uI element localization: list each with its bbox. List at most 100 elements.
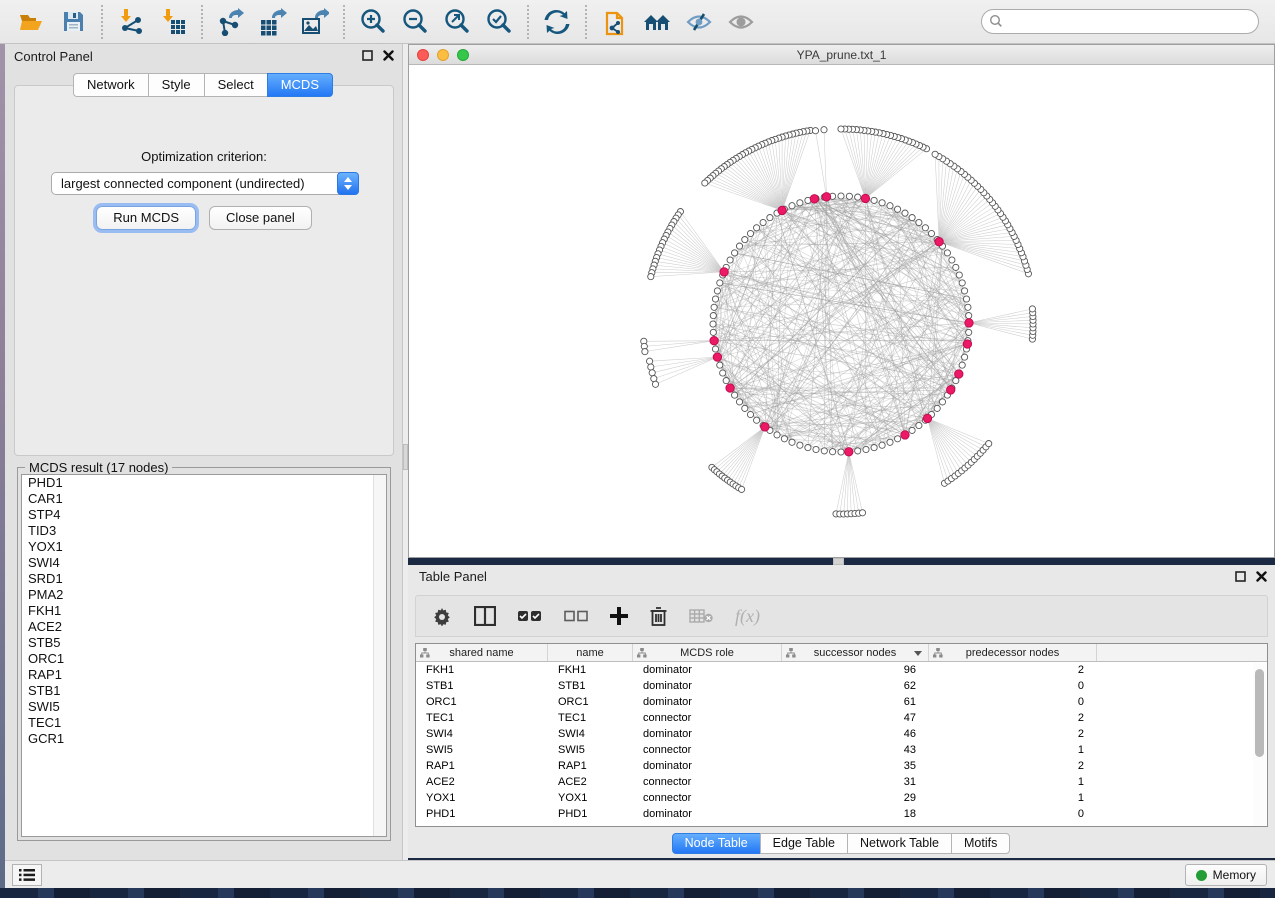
mcds-hub-node[interactable] bbox=[923, 414, 931, 422]
network-node[interactable] bbox=[710, 313, 716, 319]
network-node[interactable] bbox=[879, 442, 885, 448]
table-row[interactable]: STB1STB1dominator620 bbox=[416, 678, 1267, 694]
leaf-node[interactable] bbox=[932, 151, 938, 157]
import-network-button[interactable] bbox=[110, 4, 152, 40]
network-node[interactable] bbox=[962, 354, 968, 360]
network-node[interactable] bbox=[767, 215, 773, 221]
leaf-node[interactable] bbox=[838, 126, 844, 132]
network-node[interactable] bbox=[723, 378, 729, 384]
mcds-hub-node[interactable] bbox=[965, 319, 973, 327]
table-settings-button[interactable] bbox=[432, 601, 452, 631]
mcds-result-list[interactable]: PHD1CAR1STP4TID3YOX1SWI4SRD1PMA2FKH1ACE2… bbox=[21, 474, 387, 837]
network-node[interactable] bbox=[789, 439, 795, 445]
network-node[interactable] bbox=[838, 193, 844, 199]
table-row[interactable]: RAP1RAP1dominator352 bbox=[416, 758, 1267, 774]
leaf-node[interactable] bbox=[651, 376, 657, 382]
import-table-button[interactable] bbox=[152, 4, 194, 40]
network-node[interactable] bbox=[714, 288, 720, 294]
network-window-titlebar[interactable]: YPA_prune.txt_1 bbox=[409, 45, 1274, 65]
network-node[interactable] bbox=[742, 405, 748, 411]
network-node[interactable] bbox=[727, 257, 733, 263]
mcds-result-item[interactable]: RAP1 bbox=[22, 667, 386, 683]
leaf-node[interactable] bbox=[739, 486, 745, 492]
mcds-hub-node[interactable] bbox=[861, 194, 869, 202]
mcds-result-item[interactable]: ORC1 bbox=[22, 651, 386, 667]
network-node[interactable] bbox=[813, 446, 819, 452]
network-node[interactable] bbox=[710, 329, 716, 335]
network-node[interactable] bbox=[962, 288, 968, 294]
table-row[interactable]: ACE2ACE2connector311 bbox=[416, 774, 1267, 790]
close-panel-button[interactable]: Close panel bbox=[209, 206, 312, 230]
network-node[interactable] bbox=[966, 313, 972, 319]
network-node[interactable] bbox=[710, 321, 716, 327]
select-all-rows-button[interactable] bbox=[518, 601, 542, 631]
zoom-in-button[interactable] bbox=[352, 4, 394, 40]
mcds-result-item[interactable]: SWI4 bbox=[22, 555, 386, 571]
table-tab-node-table[interactable]: Node Table bbox=[672, 833, 761, 854]
refresh-button[interactable] bbox=[536, 4, 578, 40]
mcds-result-item[interactable]: SWI5 bbox=[22, 699, 386, 715]
mcds-result-item[interactable]: SRD1 bbox=[22, 571, 386, 587]
table-scrollbar-track[interactable] bbox=[1253, 663, 1266, 826]
mcds-result-item[interactable]: STB5 bbox=[22, 635, 386, 651]
zoom-fit-button[interactable] bbox=[436, 4, 478, 40]
export-table-button[interactable] bbox=[252, 4, 294, 40]
mcds-result-item[interactable]: CAR1 bbox=[22, 491, 386, 507]
network-node[interactable] bbox=[742, 237, 748, 243]
new-network-from-selection-button[interactable] bbox=[594, 4, 636, 40]
close-panel-icon[interactable] bbox=[1256, 571, 1267, 582]
leaf-node[interactable] bbox=[1029, 306, 1035, 312]
add-column-button[interactable] bbox=[610, 601, 628, 631]
show-all-button[interactable] bbox=[720, 4, 762, 40]
mcds-result-item[interactable]: PMA2 bbox=[22, 587, 386, 603]
zoom-selected-button[interactable] bbox=[478, 4, 520, 40]
mcds-result-item[interactable]: FKH1 bbox=[22, 603, 386, 619]
column-header-MCDS-role[interactable]: MCDS role bbox=[633, 644, 782, 661]
network-node[interactable] bbox=[717, 280, 723, 286]
network-node[interactable] bbox=[966, 329, 972, 335]
network-node[interactable] bbox=[797, 200, 803, 206]
network-node[interactable] bbox=[879, 200, 885, 206]
column-header-successor-nodes[interactable]: successor nodes bbox=[782, 644, 929, 661]
mcds-result-item[interactable]: STP4 bbox=[22, 507, 386, 523]
table-tab-edge-table[interactable]: Edge Table bbox=[760, 833, 848, 854]
export-network-button[interactable] bbox=[210, 4, 252, 40]
run-mcds-button[interactable]: Run MCDS bbox=[96, 206, 196, 230]
leaf-node[interactable] bbox=[986, 441, 992, 447]
network-node[interactable] bbox=[797, 442, 803, 448]
mcds-hub-node[interactable] bbox=[822, 193, 830, 201]
leaf-node[interactable] bbox=[652, 381, 658, 387]
open-file-button[interactable] bbox=[10, 4, 52, 40]
network-node[interactable] bbox=[959, 362, 965, 368]
network-node[interactable] bbox=[855, 194, 861, 200]
mcds-hub-node[interactable] bbox=[901, 431, 909, 439]
network-node[interactable] bbox=[855, 448, 861, 454]
network-node[interactable] bbox=[922, 225, 928, 231]
mcds-result-item[interactable]: STB1 bbox=[22, 683, 386, 699]
table-row[interactable]: ORC1ORC1dominator610 bbox=[416, 694, 1267, 710]
horizontal-splitter-handle[interactable] bbox=[833, 558, 844, 565]
table-row[interactable]: YOX1YOX1connector291 bbox=[416, 790, 1267, 806]
network-node[interactable] bbox=[916, 219, 922, 225]
network-node[interactable] bbox=[821, 448, 827, 454]
network-node[interactable] bbox=[953, 264, 959, 270]
tab-mcds[interactable]: MCDS bbox=[267, 73, 333, 97]
network-node[interactable] bbox=[949, 257, 955, 263]
function-builder-button[interactable]: f(x) bbox=[735, 601, 760, 631]
network-node[interactable] bbox=[934, 405, 940, 411]
mcds-hub-node[interactable] bbox=[955, 370, 963, 378]
task-history-button[interactable] bbox=[12, 864, 42, 886]
close-panel-icon[interactable] bbox=[383, 50, 394, 61]
table-row[interactable]: FKH1FKH1dominator962 bbox=[416, 662, 1267, 678]
network-canvas[interactable] bbox=[409, 65, 1274, 557]
column-header-predecessor-nodes[interactable]: predecessor nodes bbox=[929, 644, 1097, 661]
leaf-node[interactable] bbox=[649, 370, 655, 376]
save-session-button[interactable] bbox=[52, 4, 94, 40]
mcds-hub-node[interactable] bbox=[845, 448, 853, 456]
leaf-node[interactable] bbox=[812, 128, 818, 134]
mcds-hub-node[interactable] bbox=[963, 340, 971, 348]
tab-network[interactable]: Network bbox=[73, 73, 149, 97]
mcds-hub-node[interactable] bbox=[761, 423, 769, 431]
mcds-hub-node[interactable] bbox=[810, 195, 818, 203]
network-node[interactable] bbox=[717, 362, 723, 368]
